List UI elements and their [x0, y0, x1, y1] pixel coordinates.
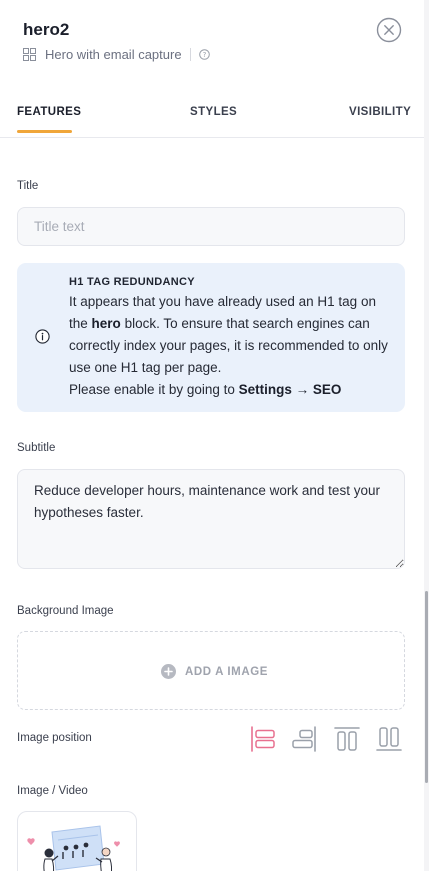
active-tab-indicator	[17, 130, 72, 133]
image-top-icon[interactable]	[334, 726, 360, 752]
subtitle-field-label: Subtitle	[17, 442, 56, 454]
block-type-line: Hero with email capture ?	[23, 45, 210, 63]
tab-features[interactable]: FEATURES	[17, 106, 81, 118]
illustration-image	[27, 825, 120, 871]
divider	[189, 47, 191, 61]
tab-bar: FEATURES STYLES VISIBILITY	[0, 96, 429, 138]
tab-styles[interactable]: STYLES	[190, 106, 237, 118]
title-input[interactable]	[17, 207, 405, 246]
plus-circle-icon	[161, 664, 176, 679]
add-image-button[interactable]: ADD A IMAGE	[161, 664, 268, 679]
panel-header: hero2 Hero with email capture ?	[0, 0, 429, 86]
subtitle-textarea[interactable]: Reduce developer hours, maintenance work…	[17, 469, 405, 569]
block-title: hero2	[23, 20, 70, 39]
notice-text-3: Please enable it by going to	[69, 382, 235, 397]
block-type-label: Hero with email capture	[45, 46, 182, 62]
notice-block-name: hero	[91, 316, 121, 331]
image-left-icon[interactable]	[250, 726, 276, 752]
image-bottom-icon[interactable]	[376, 726, 402, 752]
svg-text:?: ?	[202, 51, 206, 59]
media-thumbnail[interactable]	[17, 811, 137, 871]
tab-visibility[interactable]: VISIBILITY	[349, 106, 411, 118]
h1-redundancy-notice: H1 TAG REDUNDANCY It appears that you ha…	[17, 263, 405, 412]
notice-body: It appears that you have already used an…	[69, 291, 394, 401]
background-image-dropzone[interactable]: ADD A IMAGE	[17, 631, 405, 710]
grid-icon	[23, 47, 36, 61]
notice-heading: H1 TAG REDUNDANCY	[69, 276, 195, 288]
image-video-label: Image / Video	[17, 785, 88, 797]
info-icon	[35, 329, 50, 344]
image-position-label: Image position	[17, 732, 92, 744]
help-icon[interactable]: ?	[198, 48, 210, 60]
add-image-label: ADD A IMAGE	[185, 665, 269, 678]
image-right-icon[interactable]	[291, 726, 317, 752]
notice-settings-path: Settings → SEO	[238, 382, 342, 397]
title-field-label: Title	[17, 180, 39, 192]
scrollbar-thumb[interactable]	[425, 591, 428, 783]
close-icon[interactable]	[376, 17, 402, 43]
background-image-label: Background Image	[17, 605, 114, 617]
